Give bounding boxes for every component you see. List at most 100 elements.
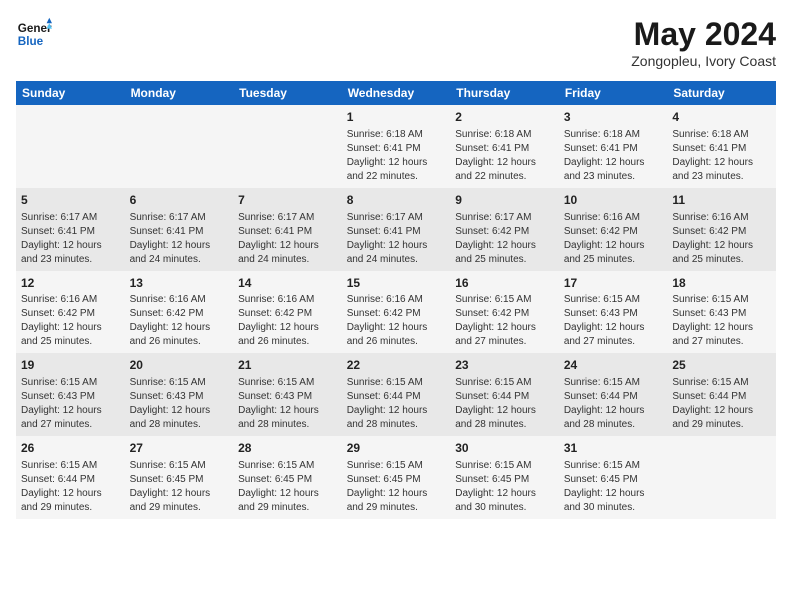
svg-text:Blue: Blue (18, 35, 44, 48)
day-number: 18 (672, 275, 771, 292)
day-cell: 9 Sunrise: 6:17 AMSunset: 6:42 PMDaylight… (450, 188, 559, 271)
weekday-header-monday: Monday (125, 81, 234, 105)
day-info: Sunrise: 6:16 AMSunset: 6:42 PMDaylight:… (672, 211, 771, 267)
day-info: Sunrise: 6:15 AMSunset: 6:44 PMDaylight:… (672, 376, 771, 432)
day-number: 25 (672, 357, 771, 374)
logo: General Blue (16, 16, 52, 52)
day-cell: 2 Sunrise: 6:18 AMSunset: 6:41 PMDaylight… (450, 105, 559, 188)
day-cell (233, 105, 342, 188)
week-row-5: 26 Sunrise: 6:15 AMSunset: 6:44 PMDayligh… (16, 436, 776, 519)
day-number: 5 (21, 192, 120, 209)
day-number: 9 (455, 192, 554, 209)
weekday-header-friday: Friday (559, 81, 668, 105)
day-info: Sunrise: 6:18 AMSunset: 6:41 PMDaylight:… (672, 128, 771, 184)
day-info: Sunrise: 6:15 AMSunset: 6:42 PMDaylight:… (455, 293, 554, 349)
day-cell: 11 Sunrise: 6:16 AMSunset: 6:42 PMDayligh… (667, 188, 776, 271)
svg-text:General: General (18, 22, 52, 35)
day-info: Sunrise: 6:15 AMSunset: 6:43 PMDaylight:… (238, 376, 337, 432)
day-info: Sunrise: 6:16 AMSunset: 6:42 PMDaylight:… (238, 293, 337, 349)
weekday-header-tuesday: Tuesday (233, 81, 342, 105)
day-cell: 7Sunrise: 6:17 AMSunset: 6:41 PMDaylight… (233, 188, 342, 271)
day-cell: 19 Sunrise: 6:15 AMSunset: 6:43 PMDayligh… (16, 353, 125, 436)
day-number: 14 (238, 275, 337, 292)
day-info: Sunrise: 6:15 AMSunset: 6:43 PMDaylight:… (672, 293, 771, 349)
day-number: 2 (455, 109, 554, 126)
day-info: Sunrise: 6:15 AMSunset: 6:45 PMDaylight:… (238, 459, 337, 515)
day-number: 26 (21, 440, 120, 457)
day-info: Sunrise: 6:15 AMSunset: 6:45 PMDaylight:… (564, 459, 663, 515)
day-info: Sunrise: 6:16 AMSunset: 6:42 PMDaylight:… (564, 211, 663, 267)
day-cell: 12Sunrise: 6:16 AMSunset: 6:42 PMDayligh… (16, 271, 125, 354)
day-number: 21 (238, 357, 337, 374)
day-number: 28 (238, 440, 337, 457)
day-info: Sunrise: 6:15 AMSunset: 6:45 PMDaylight:… (455, 459, 554, 515)
day-number: 4 (672, 109, 771, 126)
day-number: 11 (672, 192, 771, 209)
day-info: Sunrise: 6:18 AMSunset: 6:41 PMDaylight:… (564, 128, 663, 184)
day-cell: 16Sunrise: 6:15 AMSunset: 6:42 PMDayligh… (450, 271, 559, 354)
day-info: Sunrise: 6:16 AMSunset: 6:42 PMDaylight:… (21, 293, 120, 349)
day-cell: 10 Sunrise: 6:16 AMSunset: 6:42 PMDayligh… (559, 188, 668, 271)
day-info: Sunrise: 6:16 AMSunset: 6:42 PMDaylight:… (347, 293, 446, 349)
day-cell (125, 105, 234, 188)
title-block: May 2024 Zongopleu, Ivory Coast (631, 16, 776, 69)
week-row-2: 5 Sunrise: 6:17 AMSunset: 6:41 PMDaylight… (16, 188, 776, 271)
day-info: Sunrise: 6:15 AMSunset: 6:43 PMDaylight:… (130, 376, 229, 432)
weekday-header-sunday: Sunday (16, 81, 125, 105)
day-number: 22 (347, 357, 446, 374)
calendar-table: SundayMondayTuesdayWednesdayThursdayFrid… (16, 81, 776, 519)
day-info: Sunrise: 6:17 AMSunset: 6:42 PMDaylight:… (455, 211, 554, 267)
day-number: 6 (130, 192, 229, 209)
day-number: 7 (238, 192, 337, 209)
day-cell: 18Sunrise: 6:15 AMSunset: 6:43 PMDayligh… (667, 271, 776, 354)
day-cell: 30Sunrise: 6:15 AMSunset: 6:45 PMDayligh… (450, 436, 559, 519)
day-cell: 5Sunrise: 6:17 AMSunset: 6:41 PMDaylight… (16, 188, 125, 271)
day-cell: 28 Sunrise: 6:15 AMSunset: 6:45 PMDayligh… (233, 436, 342, 519)
day-cell: 1Sunrise: 6:18 AMSunset: 6:41 PMDaylight… (342, 105, 451, 188)
day-number: 23 (455, 357, 554, 374)
day-cell: 15Sunrise: 6:16 AMSunset: 6:42 PMDayligh… (342, 271, 451, 354)
day-cell: 27 Sunrise: 6:15 AMSunset: 6:45 PMDayligh… (125, 436, 234, 519)
day-number: 19 (21, 357, 120, 374)
day-cell: 21 Sunrise: 6:15 AMSunset: 6:43 PMDayligh… (233, 353, 342, 436)
day-cell: 29Sunrise: 6:15 AMSunset: 6:45 PMDayligh… (342, 436, 451, 519)
day-number: 16 (455, 275, 554, 292)
day-cell: 24 Sunrise: 6:15 AMSunset: 6:44 PMDayligh… (559, 353, 668, 436)
day-info: Sunrise: 6:15 AMSunset: 6:44 PMDaylight:… (21, 459, 120, 515)
day-number: 27 (130, 440, 229, 457)
day-info: Sunrise: 6:15 AMSunset: 6:44 PMDaylight:… (455, 376, 554, 432)
week-row-1: 1Sunrise: 6:18 AMSunset: 6:41 PMDaylight… (16, 105, 776, 188)
day-number: 20 (130, 357, 229, 374)
week-row-4: 19 Sunrise: 6:15 AMSunset: 6:43 PMDayligh… (16, 353, 776, 436)
weekday-header-saturday: Saturday (667, 81, 776, 105)
day-cell: 14Sunrise: 6:16 AMSunset: 6:42 PMDayligh… (233, 271, 342, 354)
day-info: Sunrise: 6:15 AMSunset: 6:43 PMDaylight:… (21, 376, 120, 432)
day-cell: 6 Sunrise: 6:17 AMSunset: 6:41 PMDaylight… (125, 188, 234, 271)
day-cell: 3Sunrise: 6:18 AMSunset: 6:41 PMDaylight… (559, 105, 668, 188)
day-number: 15 (347, 275, 446, 292)
day-info: Sunrise: 6:16 AMSunset: 6:42 PMDaylight:… (130, 293, 229, 349)
month-year-title: May 2024 (631, 16, 776, 53)
day-info: Sunrise: 6:15 AMSunset: 6:43 PMDaylight:… (564, 293, 663, 349)
weekday-header-thursday: Thursday (450, 81, 559, 105)
day-cell: 17Sunrise: 6:15 AMSunset: 6:43 PMDayligh… (559, 271, 668, 354)
day-number: 8 (347, 192, 446, 209)
day-info: Sunrise: 6:18 AMSunset: 6:41 PMDaylight:… (347, 128, 446, 184)
day-info: Sunrise: 6:15 AMSunset: 6:44 PMDaylight:… (347, 376, 446, 432)
day-info: Sunrise: 6:18 AMSunset: 6:41 PMDaylight:… (455, 128, 554, 184)
day-cell: 26 Sunrise: 6:15 AMSunset: 6:44 PMDayligh… (16, 436, 125, 519)
day-info: Sunrise: 6:15 AMSunset: 6:44 PMDaylight:… (564, 376, 663, 432)
day-cell: 25 Sunrise: 6:15 AMSunset: 6:44 PMDayligh… (667, 353, 776, 436)
day-cell: 31Sunrise: 6:15 AMSunset: 6:45 PMDayligh… (559, 436, 668, 519)
weekday-header-wednesday: Wednesday (342, 81, 451, 105)
day-info: Sunrise: 6:17 AMSunset: 6:41 PMDaylight:… (347, 211, 446, 267)
day-info: Sunrise: 6:15 AMSunset: 6:45 PMDaylight:… (130, 459, 229, 515)
day-number: 24 (564, 357, 663, 374)
weekday-header-row: SundayMondayTuesdayWednesdayThursdayFrid… (16, 81, 776, 105)
page-header: General Blue May 2024 Zongopleu, Ivory C… (16, 16, 776, 69)
day-cell (667, 436, 776, 519)
day-info: Sunrise: 6:17 AMSunset: 6:41 PMDaylight:… (130, 211, 229, 267)
day-cell (16, 105, 125, 188)
day-number: 10 (564, 192, 663, 209)
day-cell: 8 Sunrise: 6:17 AMSunset: 6:41 PMDaylight… (342, 188, 451, 271)
